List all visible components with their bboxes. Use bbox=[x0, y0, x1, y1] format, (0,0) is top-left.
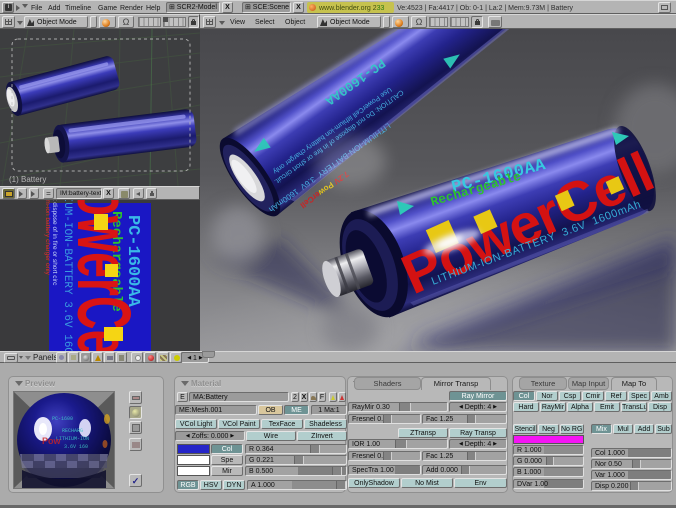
svg-text:LITHIUM-ION: LITHIUM-ION bbox=[56, 436, 89, 442]
svg-text:RECHARG: RECHARG bbox=[62, 428, 83, 434]
svg-text:3.6V 160: 3.6V 160 bbox=[64, 444, 88, 450]
svg-text:(1) Battery: (1) Battery bbox=[9, 175, 46, 184]
svg-text:PC-1600: PC-1600 bbox=[52, 416, 73, 422]
svg-text:Pow: Pow bbox=[42, 436, 62, 446]
svg-text:HIUM-ION-BATTERY 3.6V 16OO: HIUM-ION-BATTERY 3.6V 16OO bbox=[61, 200, 73, 351]
svg-text:Cell lithium-ion battery charg: Cell lithium-ion battery charger only bbox=[44, 200, 51, 276]
svg-text:N: Do not dispose of in fire o: N: Do not dispose of in fire or short ci… bbox=[51, 200, 58, 286]
